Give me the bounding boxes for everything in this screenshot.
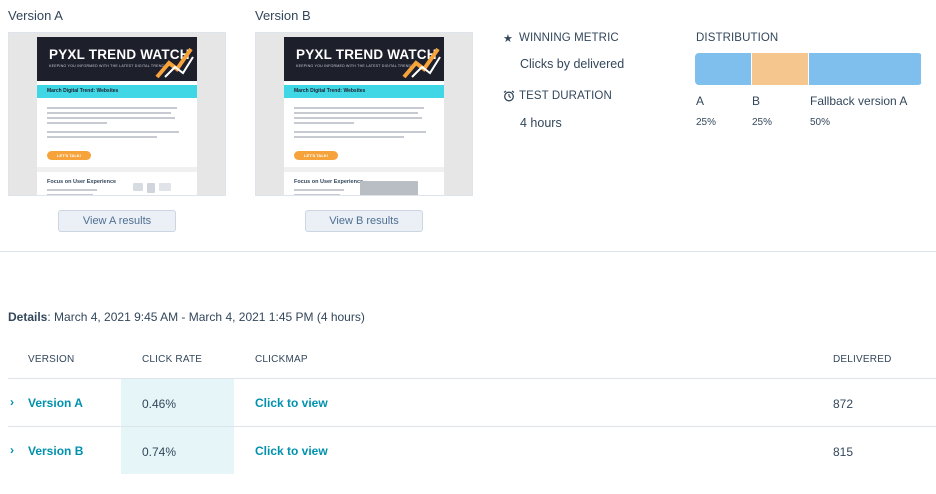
header-version: VERSION xyxy=(28,354,75,365)
test-duration-value: 4 hours xyxy=(520,116,562,130)
distribution-segment-fallback xyxy=(808,53,922,85)
email-section-title: Focus on User Experience xyxy=(47,179,117,185)
alarm-clock-icon xyxy=(503,90,515,102)
distribution-segment-a xyxy=(695,53,752,85)
email-band-text: March Digital Trend: Websites xyxy=(294,88,366,94)
clickmap-link[interactable]: Click to view xyxy=(255,396,328,410)
view-a-results-button[interactable]: View A results xyxy=(58,210,176,232)
table-row-version-link[interactable]: Version A xyxy=(28,396,83,410)
view-b-results-button[interactable]: View B results xyxy=(305,210,423,232)
details-line: Details: March 4, 2021 9:45 AM - March 4… xyxy=(8,310,365,324)
distribution-pct-fallback: 50% xyxy=(810,117,831,128)
version-b-preview[interactable]: PYXL TREND WATCH KEEPING YOU INFORMED WI… xyxy=(255,32,473,196)
distribution-name-a: A xyxy=(696,94,705,108)
trend-arrow-icon xyxy=(155,47,194,79)
clickmap-link[interactable]: Click to view xyxy=(255,444,328,458)
email-band: March Digital Trend: Websites xyxy=(284,85,444,98)
version-a-preview[interactable]: PYXL TREND WATCH KEEPING YOU INFORMED WI… xyxy=(8,32,226,196)
header-click-rate: CLICK RATE xyxy=(142,354,203,365)
winning-metric-label: WINNING METRIC xyxy=(519,32,619,44)
details-text: : March 4, 2021 9:45 AM - March 4, 2021 … xyxy=(47,310,365,324)
distribution-pct-a: 25% xyxy=(696,117,717,128)
trend-arrow-icon xyxy=(402,47,441,79)
table-header-divider xyxy=(8,378,936,379)
details-label: Details xyxy=(8,310,48,324)
email-thumbnail-a: PYXL TREND WATCH KEEPING YOU INFORMED WI… xyxy=(37,37,197,195)
table-cell-delivered: 815 xyxy=(833,445,854,459)
expand-chevron-icon[interactable]: › xyxy=(10,443,14,457)
table-cell-delivered: 872 xyxy=(833,397,854,411)
expand-chevron-icon[interactable]: › xyxy=(10,395,14,409)
star-icon: ★ xyxy=(503,33,513,45)
email-header: PYXL TREND WATCH KEEPING YOU INFORMED WI… xyxy=(37,37,197,81)
distribution-pct-b: 25% xyxy=(752,117,773,128)
header-delivered: DELIVERED xyxy=(833,354,892,365)
email-band-text: March Digital Trend: Websites xyxy=(47,88,119,94)
email-tagline: KEEPING YOU INFORMED WITH THE LATEST DIG… xyxy=(296,64,414,68)
distribution-name-fallback: Fallback version A xyxy=(810,94,908,108)
email-thumbnail-b: PYXL TREND WATCH KEEPING YOU INFORMED WI… xyxy=(284,37,444,195)
test-duration-label: TEST DURATION xyxy=(519,90,612,102)
email-photo xyxy=(360,181,418,195)
version-b-title: Version B xyxy=(255,8,311,23)
version-a-title: Version A xyxy=(8,8,63,23)
distribution-name-b: B xyxy=(752,94,761,108)
distribution-segment-b xyxy=(751,53,809,85)
email-section-title: Focus on User Experience xyxy=(294,179,364,185)
table-row-version-link[interactable]: Version B xyxy=(28,444,83,458)
distribution-bar xyxy=(695,53,922,85)
winning-metric-value: Clicks by delivered xyxy=(520,57,625,71)
email-band: March Digital Trend: Websites xyxy=(37,85,197,98)
email-tagline: KEEPING YOU INFORMED WITH THE LATEST DIG… xyxy=(49,64,167,68)
distribution-label: DISTRIBUTION xyxy=(696,32,779,44)
table-cell-click-rate: 0.46% xyxy=(142,397,177,411)
section-divider xyxy=(0,251,936,252)
email-header: PYXL TREND WATCH KEEPING YOU INFORMED WI… xyxy=(284,37,444,81)
email-cta: LET'S TALK! xyxy=(294,151,338,160)
table-row-divider xyxy=(8,426,936,427)
table-cell-click-rate: 0.74% xyxy=(142,445,177,459)
email-cta: LET'S TALK! xyxy=(47,151,91,160)
header-clickmap: CLICKMAP xyxy=(255,354,308,365)
